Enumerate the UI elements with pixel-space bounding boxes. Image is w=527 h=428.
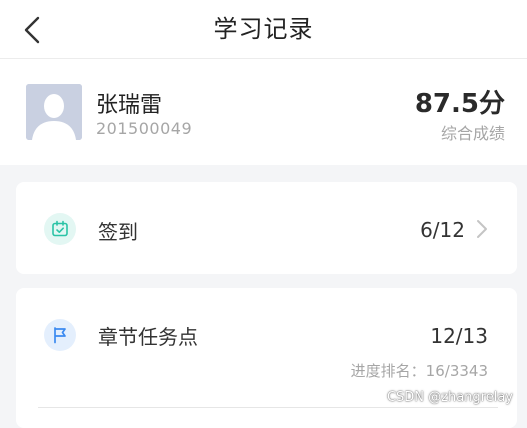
overall-score: 87.5分 — [414, 89, 505, 119]
calendar-check-icon — [52, 220, 68, 237]
top-bar: 学习记录 — [0, 0, 527, 58]
watermark: CSDN @zhangrelay — [386, 390, 513, 405]
profile-card: 张瑞雷 201500049 87.5分 综合成绩 — [0, 59, 527, 165]
chapter-tasks-card: 章节任务点 12/13 进度排名：16/3343 — [16, 288, 517, 428]
progress-rank: 进度排名：16/3343 — [350, 362, 488, 380]
chapter-tasks-label: 章节任务点 — [98, 325, 198, 349]
card-divider — [38, 407, 498, 408]
signin-icon-badge — [44, 213, 76, 245]
avatar — [26, 84, 82, 140]
overall-score-label: 综合成绩 — [440, 124, 505, 143]
flag-icon — [54, 327, 66, 344]
student-id: 201500049 — [96, 119, 193, 138]
chapter-tasks-value: 12/13 — [430, 324, 488, 348]
signin-label: 签到 — [98, 220, 138, 244]
signin-value: 6/12 — [420, 218, 465, 242]
page-title: 学习记录 — [213, 15, 314, 43]
chevron-right-icon — [475, 218, 489, 240]
signin-row[interactable]: 签到 6/12 — [16, 182, 517, 274]
student-name: 张瑞雷 — [96, 93, 163, 118]
chapter-icon-badge — [44, 319, 76, 351]
user-silhouette-icon — [26, 84, 82, 140]
